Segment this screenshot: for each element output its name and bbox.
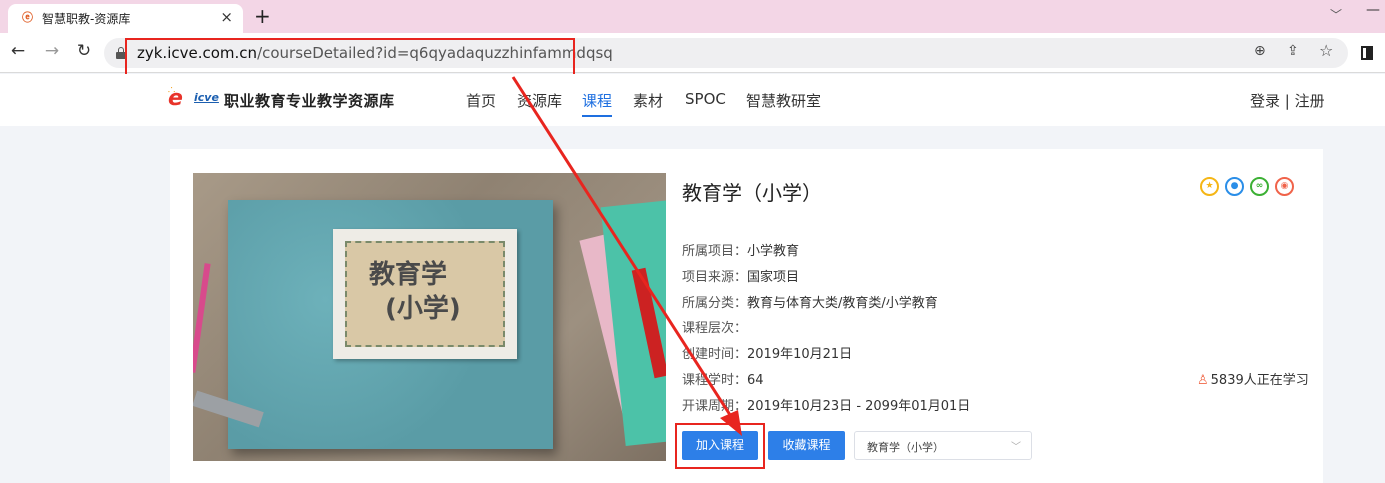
annotation-arrow-icon bbox=[511, 76, 742, 436]
